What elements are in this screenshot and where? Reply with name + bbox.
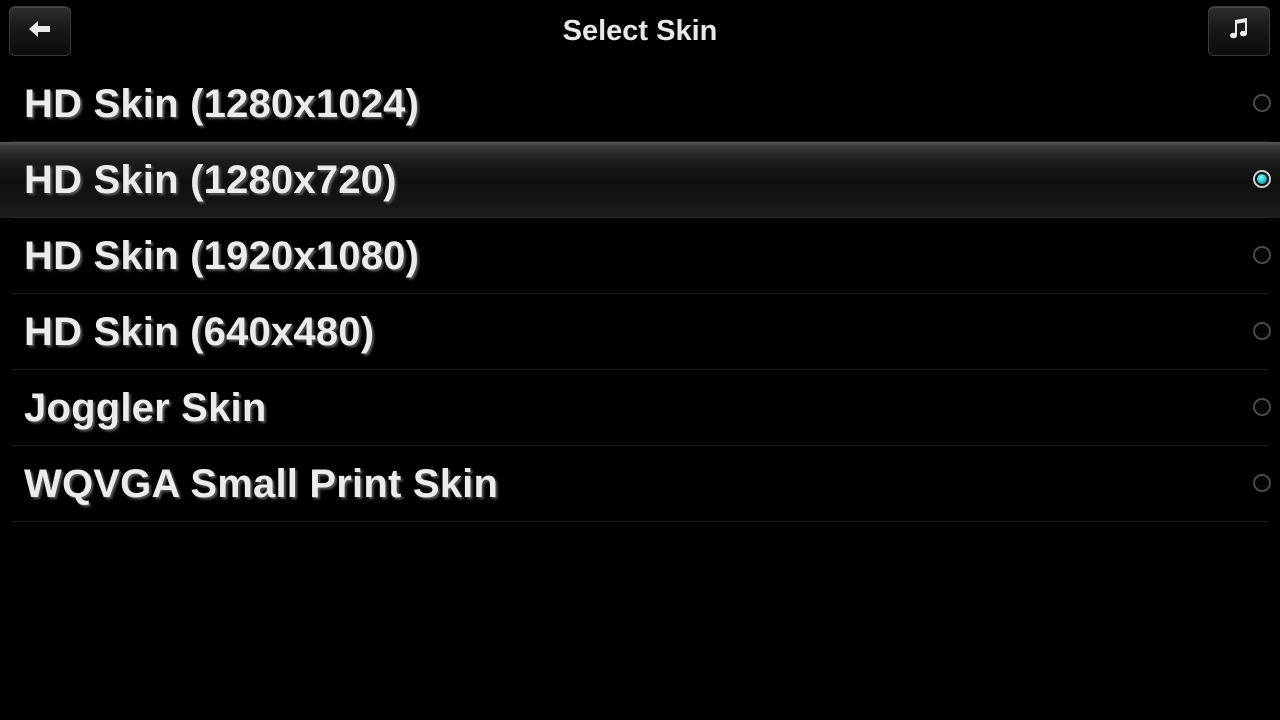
skin-option[interactable]: HD Skin (1920x1080) [0,218,1280,294]
skin-option[interactable]: HD Skin (1280x1024) [0,66,1280,142]
skin-label: WQVGA Small Print Skin [24,462,499,506]
header-bar: Select Skin [0,0,1280,64]
skin-list: HD Skin (1280x1024) HD Skin (1280x720) H… [0,66,1280,522]
skin-label: HD Skin (640x480) [24,310,375,354]
skin-label: HD Skin (1920x1080) [24,234,420,278]
radio-selected-dot [1257,174,1267,184]
radio-button[interactable] [1253,94,1271,112]
back-arrow-icon [29,20,51,42]
skin-option[interactable]: WQVGA Small Print Skin [0,446,1280,522]
skin-option[interactable]: HD Skin (1280x720) [0,142,1280,218]
radio-button[interactable] [1253,322,1271,340]
skin-label: HD Skin (1280x1024) [24,82,420,126]
skin-label: Joggler Skin [24,386,267,430]
page-title: Select Skin [562,15,718,47]
skin-option[interactable]: Joggler Skin [0,370,1280,446]
back-button[interactable] [9,6,71,56]
radio-button[interactable] [1253,246,1271,264]
now-playing-button[interactable] [1208,6,1270,56]
radio-button[interactable] [1253,474,1271,492]
skin-selection-screen: Select Skin HD Skin (1280x1024) HD Skin … [0,0,1280,720]
music-note-icon [1229,17,1249,45]
skin-label: HD Skin (1280x720) [24,158,397,202]
radio-button[interactable] [1253,170,1271,188]
radio-button[interactable] [1253,398,1271,416]
skin-option[interactable]: HD Skin (640x480) [0,294,1280,370]
